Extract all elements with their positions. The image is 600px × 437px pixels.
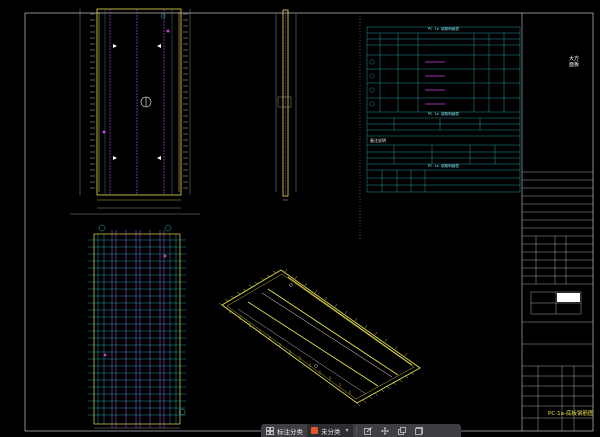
vertical-title: 大方面板: [568, 56, 579, 68]
copy-button[interactable]: [394, 424, 411, 437]
edit-icon: [364, 426, 373, 435]
cad-drawing-canvas[interactable]: PC-1a 钢筋明细表 PC-1a 钢筋明细表 PC-1a 钢筋明细表 备注说明…: [0, 0, 600, 437]
move-icon: [381, 426, 390, 435]
category-label: 标注分类: [277, 427, 303, 436]
edit-button[interactable]: [360, 424, 377, 437]
layers-button[interactable]: [411, 424, 428, 437]
cad-drawing: [24, 8, 594, 432]
rebar-plan: [88, 224, 186, 429]
grid-icon: [265, 426, 274, 435]
table-header-1: PC-1a 钢筋明细表: [428, 27, 459, 31]
grid-button[interactable]: 标注分类: [261, 424, 307, 437]
plan-view-top: [70, 8, 200, 215]
table-header-2: PC-1a 钢筋明细表: [428, 112, 459, 116]
isometric-view: [218, 268, 421, 407]
section-view: [275, 9, 297, 201]
note-label: 备注说明: [370, 138, 386, 143]
table-header-3: PC-1a 钢筋明细表: [428, 164, 459, 168]
annotation-toolbar: 标注分类 未分类 ▾: [261, 424, 461, 437]
chevron-down-icon: ▾: [345, 427, 349, 434]
uncategorized-label: 未分类: [321, 427, 341, 436]
toolbar-divider: [355, 426, 357, 435]
category-dropdown[interactable]: 未分类 ▾: [307, 424, 353, 437]
move-button[interactable]: [377, 424, 394, 437]
layers-icon: [415, 426, 424, 435]
copy-icon: [398, 426, 407, 435]
drawing-name: PC-1a-底板钢筋图: [548, 411, 594, 417]
category-color-icon: [311, 427, 318, 434]
